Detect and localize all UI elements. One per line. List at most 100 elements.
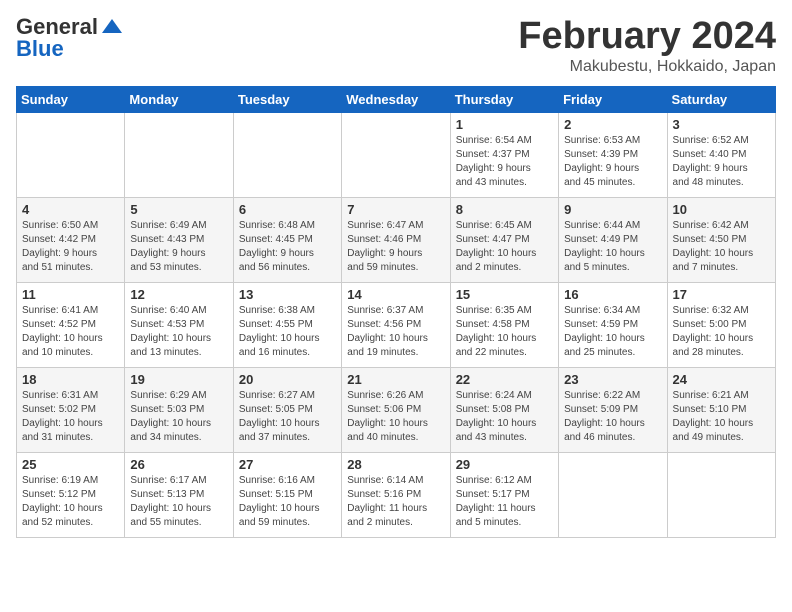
calendar-cell: 26 Sunrise: 6:17 AM Sunset: 5:13 PM Dayli…	[125, 452, 233, 537]
day-info: Sunrise: 6:26 AM Sunset: 5:06 PM Dayligh…	[347, 389, 444, 445]
calendar-cell: 14Sunrise: 6:37 AM Sunset: 4:56 PM Dayli…	[342, 282, 450, 367]
day-number: 7	[347, 202, 444, 217]
calendar-cell: 20 Sunrise: 6:27 AM Sunset: 5:05 PM Dayli…	[233, 367, 341, 452]
day-info: Sunrise: 6:42 AM Sunset: 4:50 PM Dayligh…	[673, 219, 770, 275]
calendar-cell	[125, 112, 233, 197]
day-number: 28	[347, 457, 444, 472]
logo-general: General	[16, 16, 98, 38]
day-info: Sunrise: 6:29 AM Sunset: 5:03 PM Dayligh…	[130, 389, 227, 445]
day-info: Sunrise: 6:44 AM Sunset: 4:49 PM Dayligh…	[564, 219, 661, 275]
calendar-cell	[667, 452, 775, 537]
calendar-cell: 2 Sunrise: 6:53 AM Sunset: 4:39 PM Daylig…	[559, 112, 667, 197]
calendar-cell: 8Sunrise: 6:45 AM Sunset: 4:47 PM Daylig…	[450, 197, 558, 282]
calendar-cell: 12 Sunrise: 6:40 AM Sunset: 4:53 PM Dayli…	[125, 282, 233, 367]
day-number: 17	[673, 287, 770, 302]
day-number: 23	[564, 372, 661, 387]
calendar-cell: 22 Sunrise: 6:24 AM Sunset: 5:08 PM Dayli…	[450, 367, 558, 452]
day-info: Sunrise: 6:16 AM Sunset: 5:15 PM Dayligh…	[239, 474, 336, 530]
day-number: 6	[239, 202, 336, 217]
calendar-cell	[17, 112, 125, 197]
title-area: February 2024 Makubestu, Hokkaido, Japan	[518, 16, 776, 76]
logo-blue: Blue	[16, 38, 64, 60]
logo: General Blue	[16, 16, 122, 60]
day-number: 26	[130, 457, 227, 472]
calendar-cell: 19 Sunrise: 6:29 AM Sunset: 5:03 PM Dayli…	[125, 367, 233, 452]
day-number: 14	[347, 287, 444, 302]
calendar-cell	[342, 112, 450, 197]
calendar-cell: 23 Sunrise: 6:22 AM Sunset: 5:09 PM Dayli…	[559, 367, 667, 452]
day-info: Sunrise: 6:21 AM Sunset: 5:10 PM Dayligh…	[673, 389, 770, 445]
calendar-subtitle: Makubestu, Hokkaido, Japan	[518, 58, 776, 76]
day-number: 25	[22, 457, 119, 472]
calendar-cell: 1Sunrise: 6:54 AM Sunset: 4:37 PM Daylig…	[450, 112, 558, 197]
day-header-sunday: Sunday	[17, 86, 125, 112]
day-number: 4	[22, 202, 119, 217]
day-number: 21	[347, 372, 444, 387]
calendar-cell: 24 Sunrise: 6:21 AM Sunset: 5:10 PM Dayli…	[667, 367, 775, 452]
day-number: 22	[456, 372, 553, 387]
page-header: General Blue February 2024 Makubestu, Ho…	[16, 16, 776, 76]
day-info: Sunrise: 6:52 AM Sunset: 4:40 PM Dayligh…	[673, 134, 770, 190]
day-info: Sunrise: 6:34 AM Sunset: 4:59 PM Dayligh…	[564, 304, 661, 360]
day-info: Sunrise: 6:38 AM Sunset: 4:55 PM Dayligh…	[239, 304, 336, 360]
day-number: 5	[130, 202, 227, 217]
day-info: Sunrise: 6:48 AM Sunset: 4:45 PM Dayligh…	[239, 219, 336, 275]
calendar-cell: 5 Sunrise: 6:49 AM Sunset: 4:43 PM Daylig…	[125, 197, 233, 282]
calendar-cell	[559, 452, 667, 537]
day-number: 9	[564, 202, 661, 217]
day-info: Sunrise: 6:27 AM Sunset: 5:05 PM Dayligh…	[239, 389, 336, 445]
day-number: 15	[456, 287, 553, 302]
calendar-cell: 21 Sunrise: 6:26 AM Sunset: 5:06 PM Dayli…	[342, 367, 450, 452]
day-number: 2	[564, 117, 661, 132]
day-info: Sunrise: 6:12 AM Sunset: 5:17 PM Dayligh…	[456, 474, 553, 530]
day-number: 11	[22, 287, 119, 302]
calendar-table: SundayMondayTuesdayWednesdayThursdayFrid…	[16, 86, 776, 538]
day-header-thursday: Thursday	[450, 86, 558, 112]
day-number: 3	[673, 117, 770, 132]
day-number: 13	[239, 287, 336, 302]
calendar-cell	[233, 112, 341, 197]
day-number: 12	[130, 287, 227, 302]
day-info: Sunrise: 6:31 AM Sunset: 5:02 PM Dayligh…	[22, 389, 119, 445]
day-info: Sunrise: 6:50 AM Sunset: 4:42 PM Dayligh…	[22, 219, 119, 275]
day-info: Sunrise: 6:47 AM Sunset: 4:46 PM Dayligh…	[347, 219, 444, 275]
calendar-cell: 28 Sunrise: 6:14 AM Sunset: 5:16 PM Dayli…	[342, 452, 450, 537]
day-number: 8	[456, 202, 553, 217]
day-info: Sunrise: 6:35 AM Sunset: 4:58 PM Dayligh…	[456, 304, 553, 360]
day-header-monday: Monday	[125, 86, 233, 112]
calendar-cell: 18 Sunrise: 6:31 AM Sunset: 5:02 PM Dayli…	[17, 367, 125, 452]
calendar-cell: 27Sunrise: 6:16 AM Sunset: 5:15 PM Dayli…	[233, 452, 341, 537]
calendar-cell: 9 Sunrise: 6:44 AM Sunset: 4:49 PM Daylig…	[559, 197, 667, 282]
day-info: Sunrise: 6:17 AM Sunset: 5:13 PM Dayligh…	[130, 474, 227, 530]
calendar-cell: 13 Sunrise: 6:38 AM Sunset: 4:55 PM Dayli…	[233, 282, 341, 367]
calendar-cell: 7 Sunrise: 6:47 AM Sunset: 4:46 PM Daylig…	[342, 197, 450, 282]
calendar-cell: 29 Sunrise: 6:12 AM Sunset: 5:17 PM Dayli…	[450, 452, 558, 537]
calendar-cell: 6 Sunrise: 6:48 AM Sunset: 4:45 PM Daylig…	[233, 197, 341, 282]
calendar-cell: 25 Sunrise: 6:19 AM Sunset: 5:12 PM Dayli…	[17, 452, 125, 537]
calendar-cell: 3 Sunrise: 6:52 AM Sunset: 4:40 PM Daylig…	[667, 112, 775, 197]
calendar-cell: 11 Sunrise: 6:41 AM Sunset: 4:52 PM Dayli…	[17, 282, 125, 367]
day-info: Sunrise: 6:40 AM Sunset: 4:53 PM Dayligh…	[130, 304, 227, 360]
calendar-cell: 15 Sunrise: 6:35 AM Sunset: 4:58 PM Dayli…	[450, 282, 558, 367]
day-header-tuesday: Tuesday	[233, 86, 341, 112]
day-info: Sunrise: 6:24 AM Sunset: 5:08 PM Dayligh…	[456, 389, 553, 445]
day-header-wednesday: Wednesday	[342, 86, 450, 112]
day-number: 16	[564, 287, 661, 302]
day-info: Sunrise: 6:53 AM Sunset: 4:39 PM Dayligh…	[564, 134, 661, 190]
day-number: 20	[239, 372, 336, 387]
calendar-cell: 17Sunrise: 6:32 AM Sunset: 5:00 PM Dayli…	[667, 282, 775, 367]
day-info: Sunrise: 6:54 AM Sunset: 4:37 PM Dayligh…	[456, 134, 553, 190]
day-number: 10	[673, 202, 770, 217]
day-number: 29	[456, 457, 553, 472]
day-header-friday: Friday	[559, 86, 667, 112]
day-number: 19	[130, 372, 227, 387]
day-info: Sunrise: 6:41 AM Sunset: 4:52 PM Dayligh…	[22, 304, 119, 360]
day-info: Sunrise: 6:22 AM Sunset: 5:09 PM Dayligh…	[564, 389, 661, 445]
day-number: 18	[22, 372, 119, 387]
day-info: Sunrise: 6:49 AM Sunset: 4:43 PM Dayligh…	[130, 219, 227, 275]
logo-icon	[102, 19, 122, 35]
day-info: Sunrise: 6:14 AM Sunset: 5:16 PM Dayligh…	[347, 474, 444, 530]
day-header-saturday: Saturday	[667, 86, 775, 112]
day-number: 24	[673, 372, 770, 387]
day-info: Sunrise: 6:19 AM Sunset: 5:12 PM Dayligh…	[22, 474, 119, 530]
